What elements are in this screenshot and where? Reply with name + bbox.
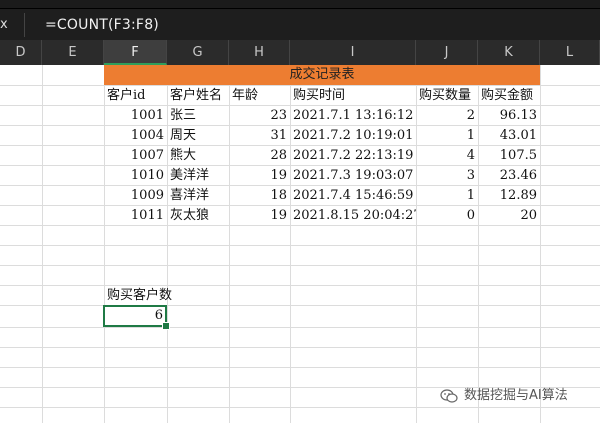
cell-customer-id[interactable]: 1010 [104, 166, 167, 186]
header-age[interactable]: 年龄 [229, 86, 290, 106]
wechat-icon [440, 388, 458, 403]
fill-handle[interactable] [162, 322, 170, 330]
column-header-F[interactable]: F [104, 40, 167, 65]
column-header-D[interactable]: D [0, 40, 42, 65]
cell-age[interactable]: 19 [229, 166, 290, 186]
header-purchase-amount[interactable]: 购买金额 [478, 86, 540, 106]
column-header-G[interactable]: G [167, 40, 229, 65]
cell-purchase-time[interactable]: 2021.7.2 10:19:01 [290, 126, 416, 146]
cell-purchase-qty[interactable]: 1 [416, 126, 478, 146]
grid-hline [0, 407, 600, 408]
formula-input[interactable]: =COUNT(F3:F8) [45, 9, 159, 41]
cell-customer-name[interactable]: 美洋洋 [167, 166, 229, 186]
cell-purchase-qty[interactable]: 3 [416, 166, 478, 186]
watermark: 数据挖掘与AI算法 [440, 385, 568, 407]
cell-customer-id[interactable]: 1004 [104, 126, 167, 146]
column-header-H[interactable]: H [229, 40, 290, 65]
cell-purchase-amount[interactable]: 23.46 [478, 166, 540, 186]
cell-purchase-time[interactable]: 2021.7.4 15:46:59 [290, 186, 416, 206]
grid-hline [0, 265, 600, 266]
cell-customer-name[interactable]: 灰太狼 [167, 206, 229, 226]
column-header-E[interactable]: E [42, 40, 104, 65]
cell-purchase-qty[interactable]: 1 [416, 186, 478, 206]
cell-purchase-amount[interactable]: 12.89 [478, 186, 540, 206]
cell-customer-name[interactable]: 周天 [167, 126, 229, 146]
header-customer-id[interactable]: 客户id [104, 86, 167, 106]
cell-customer-name[interactable]: 熊大 [167, 146, 229, 166]
cell-purchase-time[interactable]: 2021.7.2 22:13:19 [290, 146, 416, 166]
grid-hline [0, 367, 600, 368]
cell-purchase-amount[interactable]: 96.13 [478, 106, 540, 126]
column-header-K[interactable]: K [478, 40, 540, 65]
cell-purchase-time[interactable]: 2021.8.15 20:04:27 [290, 206, 416, 226]
cell-customer-id[interactable]: 1001 [104, 106, 167, 126]
grid-vline [42, 65, 43, 423]
cell-age[interactable]: 28 [229, 146, 290, 166]
cell-age[interactable]: 31 [229, 126, 290, 146]
cell-purchase-time[interactable]: 2021.7.3 19:03:07 [290, 166, 416, 186]
window-top-strip [0, 0, 600, 8]
header-purchase-qty[interactable]: 购买数量 [416, 86, 478, 106]
cell-purchase-qty[interactable]: 0 [416, 206, 478, 226]
cell-customer-name[interactable]: 喜洋洋 [167, 186, 229, 206]
summary-label[interactable]: 购买客户数 [104, 286, 229, 306]
column-header-L[interactable]: L [540, 40, 600, 65]
grid-hline [0, 245, 600, 246]
column-header-J[interactable]: J [416, 40, 478, 65]
watermark-text: 数据挖掘与AI算法 [464, 388, 568, 403]
fx-icon[interactable]: x [0, 9, 24, 41]
summary-value[interactable]: 6 [104, 306, 166, 326]
header-purchase-time[interactable]: 购买时间 [290, 86, 416, 106]
column-header-row: D E F G H I J K L [0, 40, 600, 65]
cell-customer-id[interactable]: 1011 [104, 206, 167, 226]
grid-hline [0, 285, 600, 286]
cell-purchase-amount[interactable]: 107.5 [478, 146, 540, 166]
cell-customer-name[interactable]: 张三 [167, 106, 229, 126]
formula-bar[interactable]: x =COUNT(F3:F8) [0, 8, 600, 41]
cell-age[interactable]: 18 [229, 186, 290, 206]
table-title-banner[interactable]: 成交记录表 [104, 65, 540, 85]
cell-purchase-amount[interactable]: 20 [478, 206, 540, 226]
cell-customer-id[interactable]: 1007 [104, 146, 167, 166]
cell-purchase-amount[interactable]: 43.01 [478, 126, 540, 146]
cell-customer-id[interactable]: 1009 [104, 186, 167, 206]
cell-age[interactable]: 23 [229, 106, 290, 126]
cell-purchase-qty[interactable]: 2 [416, 106, 478, 126]
cell-purchase-qty[interactable]: 4 [416, 146, 478, 166]
grid-hline [0, 327, 600, 328]
grid-hline [0, 347, 600, 348]
column-header-I[interactable]: I [290, 40, 416, 65]
cell-purchase-time[interactable]: 2021.7.1 13:16:12 [290, 106, 416, 126]
grid-hline [0, 305, 600, 306]
grid-vline [540, 65, 541, 423]
formula-separator [24, 13, 25, 37]
cell-age[interactable]: 19 [229, 206, 290, 226]
header-customer-name[interactable]: 客户姓名 [167, 86, 229, 106]
